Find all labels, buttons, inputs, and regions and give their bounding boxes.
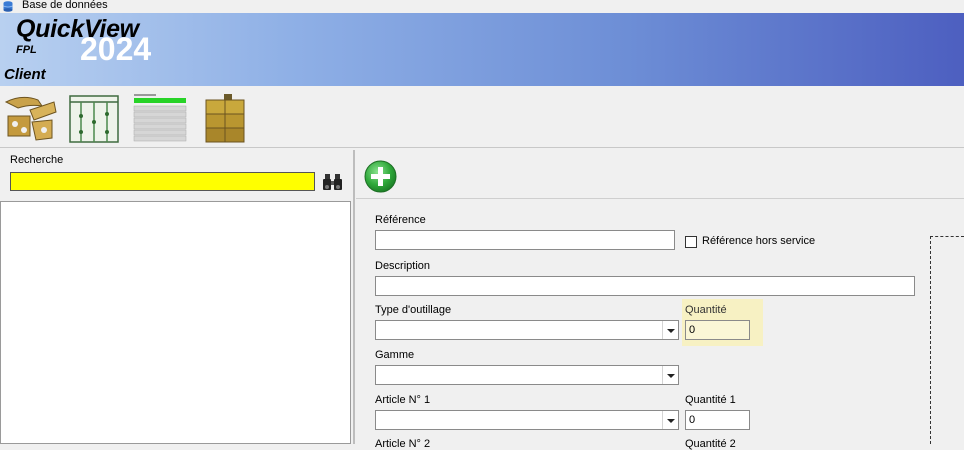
quantite-input[interactable] — [685, 320, 750, 340]
reference-input[interactable] — [375, 230, 675, 250]
window-titlebar: Base de données — [0, 0, 964, 13]
program-list-icon[interactable] — [132, 92, 188, 144]
description-label: Description — [375, 260, 431, 272]
vendor-label: FPL — [16, 44, 37, 56]
chevron-down-icon[interactable] — [662, 366, 678, 384]
quantite2-label: Quantité 2 — [685, 438, 736, 450]
binoculars-icon[interactable] — [322, 172, 344, 192]
quantite-label: Quantité — [685, 304, 727, 316]
frame-rack-icon[interactable] — [68, 92, 120, 144]
preview-frame-top — [930, 236, 964, 237]
add-circle-icon[interactable] — [364, 160, 397, 193]
quantite1-label: Quantité 1 — [685, 394, 736, 406]
app-year: 2024 — [80, 31, 152, 67]
window-title: Base de données — [22, 0, 108, 11]
article2-label: Article N° 2 — [375, 438, 431, 450]
search-pane: Recherche — [0, 150, 353, 444]
description-input[interactable] — [375, 276, 915, 296]
results-list[interactable] — [0, 201, 351, 444]
reference-label: Référence — [375, 214, 426, 226]
tooling-parts-icon[interactable] — [2, 92, 58, 144]
chevron-down-icon[interactable] — [662, 321, 678, 339]
gamme-select[interactable] — [375, 365, 679, 385]
chevron-down-icon[interactable] — [662, 411, 678, 429]
preview-frame-left — [930, 236, 931, 444]
detail-pane: Référence Référence hors service Descrip… — [356, 150, 964, 450]
search-label: Recherche — [10, 154, 64, 166]
pane-splitter[interactable] — [353, 150, 355, 444]
type-outillage-select[interactable] — [375, 320, 679, 340]
gamme-label: Gamme — [375, 349, 415, 361]
database-icon — [3, 1, 13, 12]
search-input[interactable] — [10, 172, 315, 191]
module-label: Client — [4, 66, 46, 83]
stacked-boxes-icon[interactable] — [200, 92, 250, 144]
reference-hs-checkbox[interactable] — [685, 236, 697, 248]
app-banner: QuickView FPL 2024 Client — [0, 13, 964, 86]
article1-label: Article N° 1 — [375, 394, 431, 406]
quantite1-input[interactable] — [685, 410, 750, 430]
article1-select[interactable] — [375, 410, 679, 430]
type-outillage-label: Type d'outillage — [375, 304, 452, 316]
image-toolbar — [0, 86, 964, 148]
detail-toolbar — [356, 150, 964, 199]
reference-hs-label: Référence hors service — [702, 235, 816, 247]
